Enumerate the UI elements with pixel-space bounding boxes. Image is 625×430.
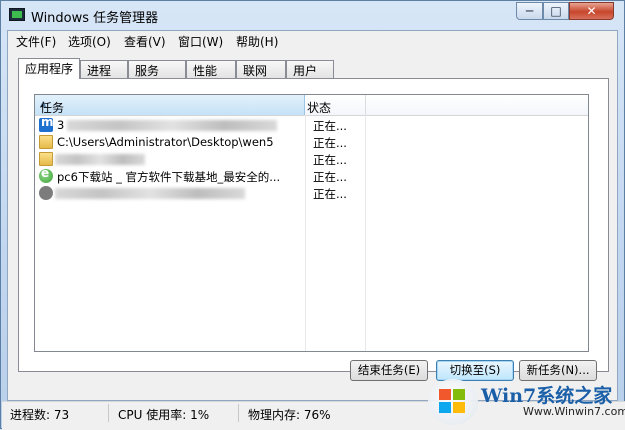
task-manager-window: Windows 任务管理器 ─ □ ✕ 文件(F) 选项(O) 查看(V) 窗口… — [0, 0, 625, 430]
window-title: Windows 任务管理器 — [31, 11, 159, 26]
task-status: 正在... — [313, 136, 347, 150]
redacted-text — [55, 188, 245, 199]
task-list[interactable]: ▲ 任务 状态 3 正在... C:\Users\Ad — [34, 94, 589, 352]
menu-bar: 文件(F) 选项(O) 查看(V) 窗口(W) 帮助(H) — [8, 31, 617, 51]
tab-services[interactable]: 服务 — [128, 60, 186, 78]
tab-users[interactable]: 用户 — [286, 60, 334, 78]
physical-memory: 物理内存: 76% — [248, 408, 331, 422]
maxthon-icon — [39, 115, 54, 132]
task-name: pc6下载站 _ 官方软件下载基地_最安全的... — [57, 170, 281, 184]
tab-processes[interactable]: 进程 — [80, 60, 128, 78]
task-status: 正在... — [313, 119, 347, 133]
folder-icon — [39, 135, 53, 149]
task-status: 正在... — [313, 187, 347, 201]
list-item[interactable]: pc6下载站 _ 官方软件下载基地_最安全的... 正在... — [35, 166, 588, 185]
windows-logo-icon — [428, 379, 478, 425]
task-name: C:\Users\Administrator\Desktop\wen5 — [57, 135, 274, 149]
ie-icon — [39, 166, 53, 183]
close-button[interactable]: ✕ — [569, 2, 614, 20]
tab-networking[interactable]: 联网 — [236, 60, 286, 78]
applications-panel: ▲ 任务 状态 3 正在... C:\Users\Ad — [18, 78, 609, 372]
switch-to-button[interactable]: 切换至(S) — [436, 360, 514, 381]
tab-applications[interactable]: 应用程序 — [18, 58, 80, 79]
task-status: 正在... — [313, 153, 347, 167]
menu-view[interactable]: 查看(V) — [124, 33, 166, 50]
minimize-button[interactable]: ─ — [516, 2, 543, 20]
menu-window[interactable]: 窗口(W) — [178, 33, 223, 50]
process-count: 进程数: 73 — [10, 408, 70, 422]
folder-icon — [39, 152, 53, 166]
task-manager-icon — [9, 8, 25, 21]
gear-icon — [39, 186, 53, 200]
list-header: ▲ 任务 状态 — [35, 95, 588, 116]
new-task-button[interactable]: 新任务(N)... — [519, 360, 597, 381]
menu-help[interactable]: 帮助(H) — [236, 33, 278, 50]
list-item[interactable]: 3 正在... — [35, 115, 588, 134]
watermark-url: Www.Winwin7.com — [523, 405, 625, 418]
end-task-button[interactable]: 结束任务(E) — [350, 360, 428, 381]
cpu-usage: CPU 使用率: 1% — [118, 408, 210, 422]
list-item[interactable]: 正在... — [35, 185, 588, 202]
menu-file[interactable]: 文件(F) — [16, 33, 56, 50]
title-bar: Windows 任务管理器 ─ □ ✕ — [1, 1, 624, 30]
maximize-button[interactable]: □ — [543, 2, 569, 20]
column-header-status[interactable]: 状态 — [307, 99, 331, 116]
redacted-text — [55, 154, 145, 165]
column-header-task[interactable]: ▲ 任务 — [35, 95, 305, 115]
list-item[interactable]: C:\Users\Administrator\Desktop\wen5 正在..… — [35, 134, 588, 151]
list-item[interactable]: 正在... — [35, 151, 588, 168]
window-body: 文件(F) 选项(O) 查看(V) 窗口(W) 帮助(H) 应用程序 进程 服务… — [7, 30, 618, 401]
menu-options[interactable]: 选项(O) — [68, 33, 111, 50]
tab-performance[interactable]: 性能 — [186, 60, 236, 78]
task-status: 正在... — [313, 170, 347, 184]
column-divider — [365, 95, 366, 115]
redacted-text — [67, 120, 277, 131]
watermark-title: Win7系统之家 — [481, 385, 613, 407]
